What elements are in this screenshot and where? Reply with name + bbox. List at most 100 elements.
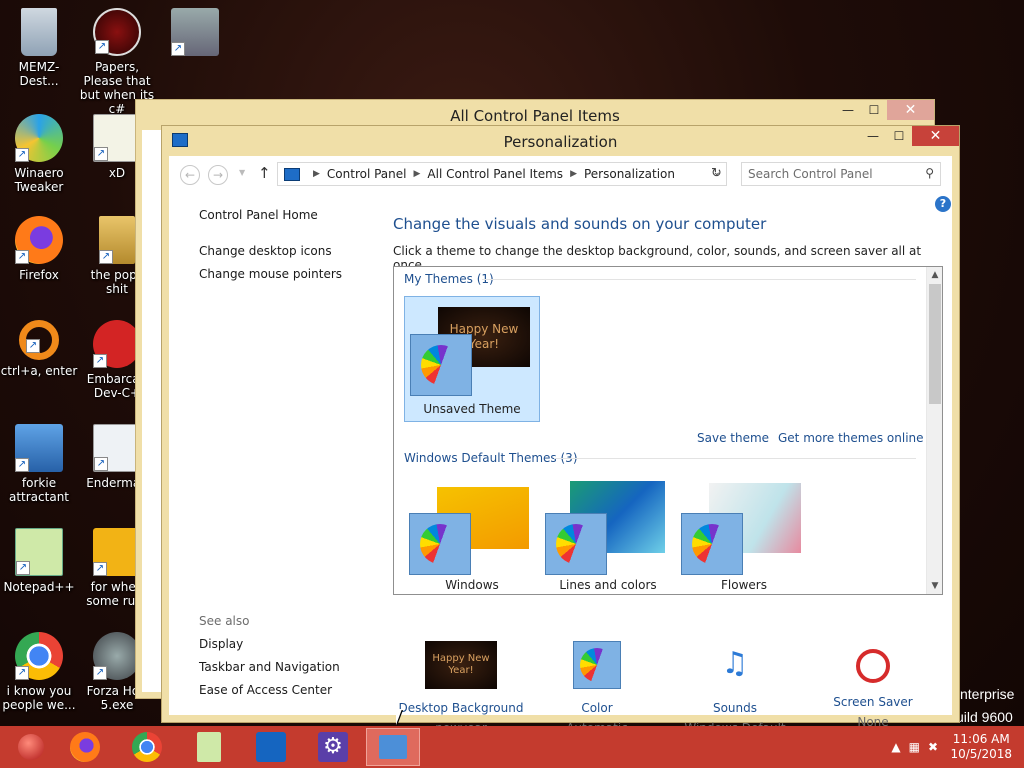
desktop-icon-memz[interactable]: MEMZ-Dest...: [0, 8, 78, 88]
save-theme-link[interactable]: Save theme: [697, 431, 769, 445]
screen-saver-item[interactable]: Screen Saver None: [803, 641, 943, 729]
firefox-icon: [70, 732, 100, 762]
breadcrumb-control-panel[interactable]: Control Panel: [327, 167, 407, 181]
refresh-button[interactable]: ↻: [707, 162, 727, 186]
search-icon[interactable]: ⚲: [925, 166, 934, 180]
windows-stack-icon: ↗: [171, 8, 219, 56]
maximize-button[interactable]: ☐: [886, 126, 912, 146]
window-titlebar[interactable]: Personalization — ☐ ✕: [162, 126, 959, 156]
color-fan-icon: [556, 524, 596, 564]
breadcrumb-all-items[interactable]: All Control Panel Items: [427, 167, 563, 181]
desktop-icon-chrome[interactable]: ↗ i know you people we...: [0, 632, 78, 712]
desktop-icon-label: Notepad++: [3, 580, 75, 594]
screen-saver-icon: [856, 649, 890, 683]
theme-color-swatch: [545, 513, 607, 575]
firefox-icon: ↗: [15, 216, 63, 264]
window-icon: ↗: [93, 424, 141, 472]
color-fan-icon: [692, 524, 732, 564]
system-tray[interactable]: ▲▦✖: [891, 740, 946, 754]
windows-build-watermark: uild 9600: [956, 709, 1013, 725]
color-fan-icon: [580, 648, 614, 682]
see-also-title: See also: [199, 614, 250, 628]
hxd-icon: ↗: [93, 114, 141, 162]
back-minimize-button[interactable]: —: [835, 100, 861, 120]
up-button[interactable]: ↑: [258, 164, 271, 182]
change-desktop-icons-link[interactable]: Change desktop icons: [199, 244, 332, 258]
theme-list-scrollbar[interactable]: ▲ ▼: [926, 267, 942, 594]
sounds-item[interactable]: ♫ Sounds Windows Default: [665, 641, 805, 735]
forward-button[interactable]: →: [208, 165, 228, 185]
chevron-right-icon[interactable]: ▶: [570, 169, 577, 179]
theme-flowers[interactable]: Flowers: [676, 479, 812, 594]
desktop-icon-winaero[interactable]: ↗ Winaero Tweaker: [0, 114, 78, 194]
control-panel-home-link[interactable]: Control Panel Home: [199, 208, 318, 222]
change-mouse-pointers-link[interactable]: Change mouse pointers: [199, 267, 342, 281]
back-window-title: All Control Panel Items: [450, 107, 620, 125]
chevron-right-icon[interactable]: ▶: [313, 169, 320, 179]
desktop-icon-firefox[interactable]: ↗ Firefox: [0, 216, 78, 282]
ring-icon: ↗: [19, 320, 59, 360]
chevron-up-icon[interactable]: ▲: [891, 740, 908, 754]
taskbar-outlook[interactable]: [244, 728, 298, 766]
chevron-right-icon[interactable]: ▶: [414, 169, 421, 179]
desktop-icon-ctrl-a[interactable]: ↗ ctrl+a, enter: [0, 320, 78, 378]
scroll-thumb[interactable]: [929, 284, 941, 404]
start-button[interactable]: [4, 728, 58, 766]
thumbnail-text: Happy New Year!: [432, 653, 490, 676]
taskbar-navigation-link[interactable]: Taskbar and Navigation: [199, 660, 340, 674]
breadcrumb-personalization[interactable]: Personalization: [584, 167, 675, 181]
minimize-button[interactable]: —: [860, 126, 886, 146]
volume-muted-icon[interactable]: ✖: [928, 740, 946, 754]
theme-unsaved[interactable]: Happy New Year! Unsaved Theme: [404, 296, 540, 422]
desktop-icon-stack[interactable]: ↗: [156, 8, 234, 60]
taskbar-chrome[interactable]: [120, 728, 174, 766]
back-maximize-button[interactable]: ☐: [861, 100, 887, 120]
recent-locations-dropdown[interactable]: ▼: [239, 168, 245, 177]
theme-label: Unsaved Theme: [423, 402, 521, 416]
taskbar-control-panel[interactable]: [366, 728, 420, 766]
personalization-window[interactable]: Personalization — ☐ ✕ ← → ▼ ↑ ▶ Control …: [161, 125, 960, 735]
network-icon[interactable]: ▦: [909, 740, 928, 754]
de-icon: ↗: [93, 528, 141, 576]
back-button[interactable]: ←: [180, 165, 200, 185]
scroll-down-arrow-icon[interactable]: ▼: [927, 578, 942, 594]
display-link[interactable]: Display: [199, 637, 243, 651]
desktop-icon-notepadpp[interactable]: ↗ Notepad++: [0, 528, 78, 594]
theme-list[interactable]: My Themes (1) Happy New Year! Unsaved Th…: [393, 266, 943, 595]
desktop-background-item[interactable]: Happy New Year! Desktop Background newye…: [391, 641, 531, 735]
chrome-icon: [132, 732, 162, 762]
theme-label: Flowers: [721, 578, 767, 592]
windows-edition-watermark: nterprise: [960, 686, 1015, 702]
desktop-icon-forkie[interactable]: ↗ forkie attractant: [0, 424, 78, 504]
taskbar-firefox[interactable]: [58, 728, 112, 766]
clock[interactable]: 11:06 AM 10/5/2018: [950, 732, 1012, 762]
search-input[interactable]: Search Control Panel ⚲: [741, 162, 941, 186]
color-item[interactable]: Color Automatic: [527, 641, 667, 735]
group-divider: [554, 458, 916, 459]
address-bar: ← → ▼ ↑ ▶ Control Panel ▶ All Control Pa…: [169, 156, 952, 192]
search-placeholder: Search Control Panel: [748, 167, 873, 181]
desktop-icon-label: Firefox: [19, 268, 59, 282]
outlook-icon: [256, 732, 286, 762]
theme-windows[interactable]: Windows: [404, 479, 540, 594]
back-close-button[interactable]: ✕: [887, 100, 934, 120]
flash-icon: ↗: [93, 632, 141, 680]
breadcrumb[interactable]: ▶ Control Panel ▶ All Control Panel Item…: [277, 162, 727, 186]
theme-color-swatch: [681, 513, 743, 575]
my-themes-group-title: My Themes (1): [404, 272, 494, 286]
sounds-icon: ♫: [721, 646, 749, 681]
help-icon[interactable]: ?: [935, 196, 951, 212]
notepad-icon: [197, 732, 221, 762]
get-more-themes-link[interactable]: Get more themes online: [778, 431, 924, 445]
folder-icon: ↗: [99, 216, 135, 264]
taskbar-notepadpp[interactable]: [182, 728, 236, 766]
scroll-up-arrow-icon[interactable]: ▲: [927, 267, 942, 283]
desktop-icon-label: ctrl+a, enter: [0, 364, 78, 378]
ease-of-access-link[interactable]: Ease of Access Center: [199, 683, 332, 697]
close-button[interactable]: ✕: [912, 126, 959, 146]
taskbar-settings[interactable]: ⚙: [306, 728, 360, 766]
theme-lines-colors[interactable]: Lines and colors: [540, 479, 676, 594]
bottom-item-label: Color: [581, 701, 613, 715]
window-title: Personalization: [503, 133, 618, 151]
bottom-item-label: Screen Saver: [833, 695, 913, 709]
